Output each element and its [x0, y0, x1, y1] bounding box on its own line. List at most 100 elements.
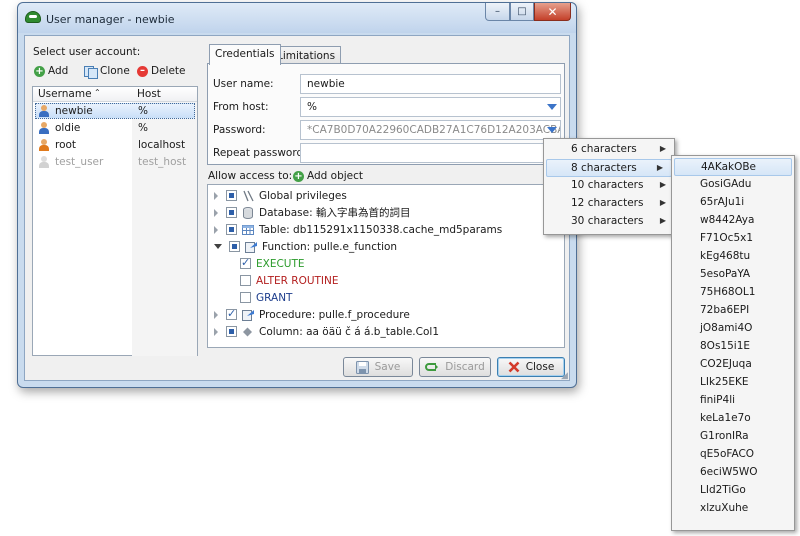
expand-arrow-icon[interactable] [214, 310, 218, 319]
expand-arrow-icon[interactable] [214, 191, 218, 200]
tree-checkbox[interactable] [226, 207, 237, 218]
discard-label: Discard [445, 361, 485, 373]
close-button[interactable]: Close [497, 357, 565, 377]
user-orange-icon [39, 139, 49, 151]
password-label: Password: [213, 124, 266, 136]
host-column-header[interactable]: Host [137, 88, 161, 100]
expand-arrow-icon[interactable] [214, 327, 218, 336]
password-option[interactable]: 72ba6EPI [672, 302, 794, 320]
tree-item-global[interactable]: Global privileges [214, 187, 559, 204]
user-blue-icon [39, 105, 49, 117]
user-list-header: Username ⌃ Host [33, 87, 197, 102]
caption-buttons: – □ ✕ [485, 3, 571, 21]
user-row-root[interactable]: root localhost [33, 137, 197, 153]
password-option[interactable]: 65rAJu1i [672, 194, 794, 212]
close-x-icon [508, 361, 520, 373]
user-row-test-user[interactable]: test_user test_host [33, 154, 197, 170]
expand-arrow-icon[interactable] [214, 225, 218, 234]
add-object-button[interactable]: + Add object [293, 170, 363, 182]
user-blue-icon [39, 122, 49, 134]
password-field[interactable]: *CA7B0D70A22960CADB27A1C76D12A203ACBA1A6… [300, 120, 561, 140]
save-label: Save [374, 361, 401, 373]
clone-user-button[interactable]: Clone [84, 65, 130, 79]
menu-item-10-characters[interactable]: 10 characters ▶ [544, 177, 674, 195]
privilege-label: EXECUTE [256, 257, 305, 270]
discard-button[interactable]: Discard [419, 357, 491, 377]
password-option[interactable]: LIk25EKE [672, 374, 794, 392]
password-option[interactable]: xlzuXuhe [672, 500, 794, 518]
save-button[interactable]: Save [343, 357, 413, 377]
password-option[interactable]: finiP4li [672, 392, 794, 410]
user-list[interactable]: Username ⌃ Host newbie % oldie % root lo… [32, 86, 198, 356]
password-option[interactable]: F71Oc5x1 [672, 230, 794, 248]
delete-user-button[interactable]: – Delete [137, 65, 186, 77]
menu-item-12-characters[interactable]: 12 characters ▶ [544, 195, 674, 213]
privilege-execute[interactable]: EXECUTE [214, 255, 559, 272]
collapse-arrow-icon[interactable] [214, 244, 222, 249]
tree-checkbox[interactable] [226, 326, 237, 337]
tree-checkbox[interactable] [229, 241, 240, 252]
tree-item-procedure[interactable]: Procedure: pulle.f_procedure [214, 306, 559, 323]
user-row-newbie[interactable]: newbie % [33, 103, 197, 119]
close-window-button[interactable]: ✕ [534, 3, 571, 21]
tab-credentials[interactable]: Credentials [209, 44, 281, 65]
password-option[interactable]: 6eciW5WO [672, 464, 794, 482]
privilege-grant[interactable]: GRANT [214, 289, 559, 306]
tree-item-column[interactable]: Column: aa öäü č á á.b_table.Col1 [214, 323, 559, 340]
privilege-checkbox[interactable] [240, 256, 251, 269]
tree-item-table[interactable]: Table: db115291x1150338.cache_md5params [214, 221, 559, 238]
title-bar[interactable]: User manager - newbie – □ ✕ [18, 3, 576, 33]
tree-item-function[interactable]: Function: pulle.e_function [214, 238, 559, 255]
password-option[interactable]: jO8ami4O [672, 320, 794, 338]
password-option[interactable]: keLa1e7o [672, 410, 794, 428]
privileges-tree[interactable]: Global privileges Database: 輸入字串為首的詞目 Ta… [207, 184, 565, 348]
submenu-arrow-icon: ▶ [659, 198, 666, 207]
password-option[interactable]: 4AKakOBe [674, 158, 792, 176]
menu-item-8-characters[interactable]: 8 characters ▶ [546, 159, 672, 177]
menu-item-label: 8 characters [571, 162, 637, 174]
password-option[interactable]: 5esoPaYA [672, 266, 794, 284]
user-manager-window: User manager - newbie – □ ✕ Select user … [17, 2, 577, 388]
from-host-field[interactable]: % [300, 97, 561, 117]
tree-checkbox[interactable] [226, 224, 237, 235]
tree-checkbox[interactable] [226, 190, 237, 201]
privilege-checkbox[interactable] [240, 292, 251, 303]
menu-item-6-characters[interactable]: 6 characters ▶ [544, 141, 674, 159]
password-option[interactable]: 75H68OL1 [672, 284, 794, 302]
user-row-oldie[interactable]: oldie % [33, 120, 197, 136]
expand-arrow-icon[interactable] [214, 208, 218, 217]
select-account-label: Select user account: [33, 46, 141, 58]
password-option[interactable]: CO2EJuqa [672, 356, 794, 374]
user-row-username: test_user [55, 156, 104, 168]
submenu-arrow-icon: ▶ [656, 163, 663, 172]
user-name-field[interactable]: newbie [300, 74, 561, 94]
resize-grip-icon[interactable]: ◢ [561, 371, 568, 381]
submenu-arrow-icon: ▶ [659, 144, 666, 153]
submenu-arrow-icon: ▶ [659, 216, 666, 225]
clone-icon [84, 65, 98, 79]
password-option[interactable]: kEg468tu [672, 248, 794, 266]
tree-checkbox[interactable] [226, 307, 237, 320]
generated-passwords-list: 4AKakOBe GosiGAdu 65rAJu1i w8442Aya F71Oc5x1… [672, 156, 794, 518]
minimize-button[interactable]: – [485, 3, 510, 21]
password-option[interactable]: GosiGAdu [672, 176, 794, 194]
global-privileges-icon [242, 190, 255, 202]
tree-item-database[interactable]: Database: 輸入字串為首的詞目 [214, 204, 559, 221]
password-option[interactable]: G1ronIRa [672, 428, 794, 446]
repeat-password-field[interactable] [300, 143, 561, 163]
privilege-alter-routine[interactable]: ALTER ROUTINE [214, 272, 559, 289]
menu-item-30-characters[interactable]: 30 characters ▶ [544, 213, 674, 231]
add-icon: + [293, 170, 304, 182]
user-name-label: User name: [213, 78, 274, 90]
from-host-dropdown-icon[interactable] [547, 104, 557, 110]
password-option[interactable]: qE5oFACO [672, 446, 794, 464]
add-user-button[interactable]: + Add [34, 65, 68, 77]
password-option[interactable]: LId2TiGo [672, 482, 794, 500]
password-generator-dropdown-icon[interactable] [547, 127, 557, 133]
privilege-checkbox[interactable] [240, 275, 251, 286]
maximize-button[interactable]: □ [510, 3, 534, 21]
password-option[interactable]: w8442Aya [672, 212, 794, 230]
password-option[interactable]: 8Os15i1E [672, 338, 794, 356]
username-column-header[interactable]: Username [38, 88, 92, 100]
window-title: User manager - newbie [46, 13, 175, 26]
